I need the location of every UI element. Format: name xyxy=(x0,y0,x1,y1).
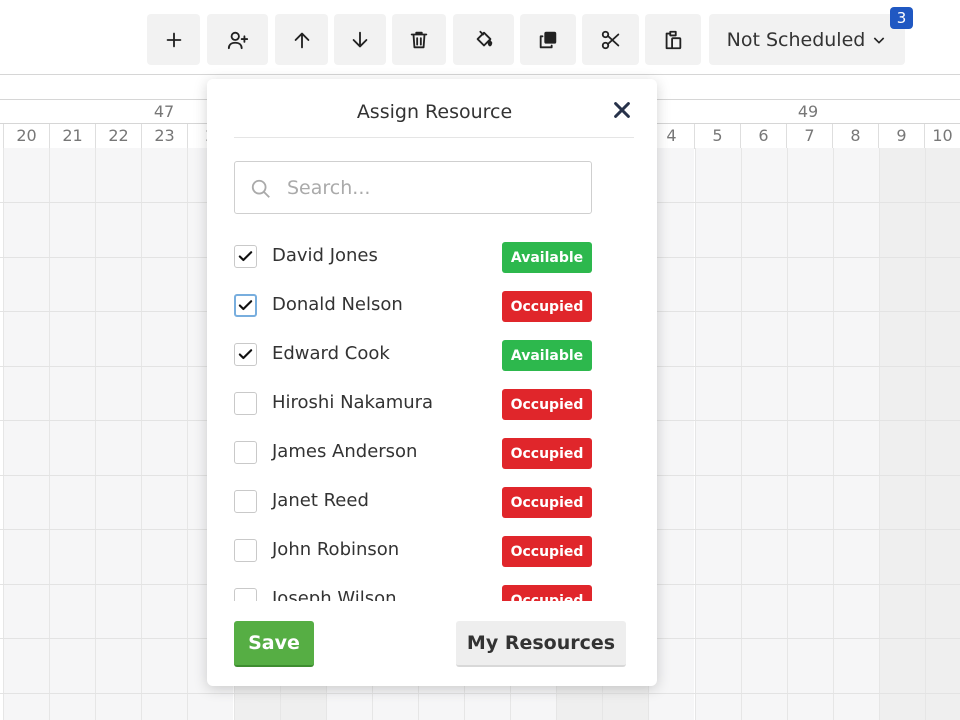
resource-name: Joseph Wilson xyxy=(272,588,397,601)
grid-column xyxy=(786,148,833,720)
paste-button[interactable] xyxy=(645,14,701,65)
delete-button[interactable] xyxy=(392,14,446,65)
grid-column xyxy=(878,148,925,720)
resource-name: John Robinson xyxy=(272,539,400,560)
resource-row[interactable]: John Robinson Occupied xyxy=(207,530,657,579)
resource-checkbox[interactable] xyxy=(234,343,257,366)
copy-icon xyxy=(539,31,557,48)
move-up-button[interactable] xyxy=(275,14,328,65)
grid-column xyxy=(49,148,96,720)
resource-row[interactable]: James Anderson Occupied xyxy=(207,432,657,481)
day-header: 10 xyxy=(924,124,960,149)
grid-column xyxy=(95,148,142,720)
trash-icon xyxy=(410,31,428,48)
status-badge: Available xyxy=(502,340,592,371)
grid-column xyxy=(141,148,188,720)
resource-checkbox[interactable] xyxy=(234,294,257,317)
grid-column xyxy=(740,148,787,720)
resource-row[interactable]: Donald Nelson Occupied xyxy=(207,285,657,334)
resource-name: Donald Nelson xyxy=(272,294,403,315)
paint-bucket-icon xyxy=(476,30,492,46)
day-header: 8 xyxy=(832,124,878,149)
my-resources-button[interactable]: My Resources xyxy=(456,621,626,667)
not-scheduled-label: Not Scheduled xyxy=(726,28,866,51)
assign-resource-dialog: Assign Resource David Jones Available Dona… xyxy=(207,79,657,686)
resource-row[interactable]: Edward Cook Available xyxy=(207,334,657,383)
status-badge: Occupied xyxy=(502,487,592,518)
checkmark-icon xyxy=(238,349,253,360)
day-header: 21 xyxy=(49,124,95,149)
save-button[interactable]: Save xyxy=(234,621,314,667)
not-scheduled-dropdown[interactable]: Not Scheduled xyxy=(709,14,905,65)
grid-column xyxy=(694,148,741,720)
toolbar: Not Scheduled 3 xyxy=(0,0,960,75)
day-header: 9 xyxy=(878,124,924,149)
status-badge: Occupied xyxy=(502,438,592,469)
day-header: 5 xyxy=(694,124,740,149)
dialog-title: Assign Resource xyxy=(356,101,513,123)
plus-icon xyxy=(166,32,181,47)
add-button[interactable] xyxy=(147,14,200,65)
day-header: 20 xyxy=(3,124,49,149)
search-input[interactable] xyxy=(287,172,577,204)
week-label: 47 xyxy=(153,102,175,121)
assign-resource-button[interactable] xyxy=(207,14,268,65)
status-badge: Occupied xyxy=(502,585,592,601)
paste-icon xyxy=(665,30,682,49)
grid-row-line xyxy=(0,692,960,694)
week-label: 49 xyxy=(797,102,819,121)
status-badge: Occupied xyxy=(502,389,592,420)
arrow-up-icon xyxy=(294,32,309,48)
search-icon xyxy=(251,179,270,198)
scissors-icon xyxy=(601,30,619,49)
resource-name: Hiroshi Nakamura xyxy=(272,392,434,413)
title-divider xyxy=(234,137,634,138)
status-badge: Occupied xyxy=(502,291,592,322)
chevron-down-icon xyxy=(874,36,885,44)
resource-checkbox[interactable] xyxy=(234,441,257,464)
resource-name: Janet Reed xyxy=(272,490,369,511)
day-header: 22 xyxy=(95,124,141,149)
resource-name: Edward Cook xyxy=(272,343,390,364)
resource-checkbox[interactable] xyxy=(234,539,257,562)
close-button[interactable] xyxy=(611,99,633,121)
grid-column xyxy=(832,148,879,720)
close-icon xyxy=(614,102,630,118)
grid-column xyxy=(925,148,960,720)
fill-button[interactable] xyxy=(453,14,514,65)
resource-row[interactable]: Hiroshi Nakamura Occupied xyxy=(207,383,657,432)
resource-list[interactable]: David Jones Available Donald Nelson Occupie… xyxy=(207,236,657,601)
grid-column xyxy=(3,148,50,720)
checkmark-icon xyxy=(238,251,253,262)
duplicate-button[interactable] xyxy=(520,14,576,65)
resource-checkbox[interactable] xyxy=(234,588,257,601)
resource-checkbox[interactable] xyxy=(234,245,257,268)
resource-row[interactable]: Janet Reed Occupied xyxy=(207,481,657,530)
resource-row[interactable]: Joseph Wilson Occupied xyxy=(207,579,657,601)
day-header: 23 xyxy=(141,124,187,149)
status-badge: Occupied xyxy=(502,536,592,567)
status-badge: Available xyxy=(502,242,592,273)
user-plus-icon xyxy=(227,31,248,49)
move-down-button[interactable] xyxy=(334,14,386,65)
day-header: 7 xyxy=(786,124,832,149)
resource-name: David Jones xyxy=(272,245,378,266)
arrow-down-icon xyxy=(352,31,368,47)
search-box xyxy=(234,161,592,214)
resource-checkbox[interactable] xyxy=(234,490,257,513)
checkmark-icon xyxy=(238,300,253,311)
resource-name: James Anderson xyxy=(272,441,418,462)
cut-button[interactable] xyxy=(582,14,639,65)
not-scheduled-count-badge: 3 xyxy=(890,7,913,29)
resource-row[interactable]: David Jones Available xyxy=(207,236,657,285)
resource-checkbox[interactable] xyxy=(234,392,257,415)
day-header: 6 xyxy=(740,124,786,149)
